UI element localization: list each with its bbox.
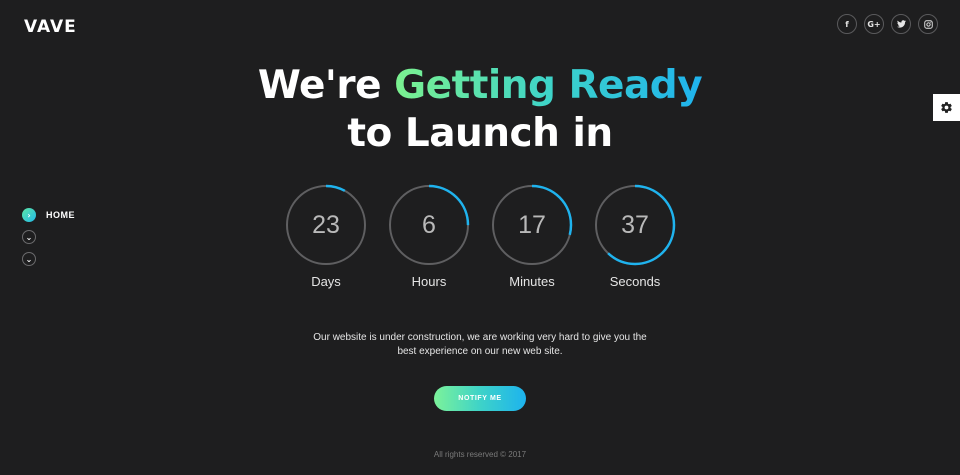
headline-plain: We're [257,63,395,108]
countdown-label: Days [311,274,341,289]
nav-item-home[interactable]: › HOME [22,208,75,222]
countdown-value: 17 [518,210,546,239]
footer-copyright: All rights reserved © 2017 [433,450,527,459]
notify-me-button[interactable]: NOTIFY ME [434,386,526,411]
instagram-glyph [923,19,933,29]
chevron-down-icon[interactable]: ⌄ [22,230,36,244]
chevron-down-icon[interactable]: ⌄ [22,252,36,266]
social-links: f G+ [837,14,938,34]
countdown-ring: 23 [285,184,367,266]
description-line-1: Our website is under construction, we ar… [313,332,647,343]
chevron-right-icon[interactable]: › [22,208,36,222]
countdown-minutes: 17 Minutes [491,184,573,289]
facebook-icon[interactable]: f [837,14,857,34]
hero-headline: We're Getting Ready to Launch in [0,62,960,158]
google-plus-icon[interactable]: G+ [864,14,884,34]
countdown-label: Seconds [609,274,661,289]
side-navigation: › HOME ⌄ ⌄ [22,208,75,266]
headline-line2: to Launch in [347,111,613,156]
countdown-days: 23 Days [285,184,367,289]
twitter-bird-glyph [896,20,906,28]
countdown-ring: 37 [594,184,676,266]
countdown-hours: 6 Hours [388,184,470,289]
logo[interactable]: VAVE [24,17,77,37]
countdown-value: 23 [312,210,340,239]
countdown-label: Minutes [509,274,555,289]
description-line-2: best experience on our new web site. [397,346,563,357]
headline-highlight: Getting Ready [394,63,703,108]
nav-item-3[interactable]: ⌄ [22,252,75,266]
construction-description: Our website is under construction, we ar… [0,331,960,359]
instagram-icon[interactable] [918,14,938,34]
nav-item-label: HOME [46,210,75,220]
countdown-value: 37 [621,210,649,239]
twitter-icon[interactable] [891,14,911,34]
countdown-timer: 23 Days 6 Hours 17 Minutes 37 Seconds [285,184,676,289]
countdown-label: Hours [411,274,447,289]
countdown-value: 6 [422,210,436,239]
countdown-ring: 6 [388,184,470,266]
countdown-seconds: 37 Seconds [594,184,676,289]
countdown-ring: 17 [491,184,573,266]
nav-item-2[interactable]: ⌄ [22,230,75,244]
